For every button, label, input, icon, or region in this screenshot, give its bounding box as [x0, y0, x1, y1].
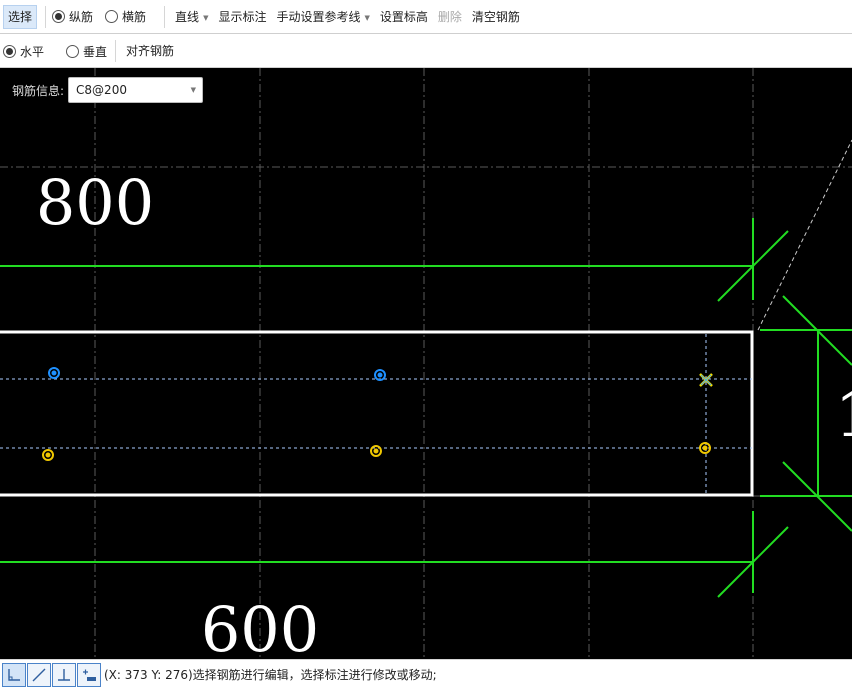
rebar-point-center [377, 372, 383, 378]
longitudinal-radio[interactable]: 纵筋 [52, 5, 93, 29]
toolbar-separator [115, 40, 117, 62]
manual-reference-label: 手动设置参考线 [276, 9, 361, 24]
radio-unchecked-icon [66, 44, 80, 58]
dimension-text-top[interactable]: 800 [36, 166, 154, 239]
main-toolbar: 选择 纵筋 横筋 直线 ▼ 显示标注 手动设置参考线 ▼ 设置标高 删除 清空钢筋 [0, 0, 852, 34]
drawing-canvas[interactable]: 800 600 1 钢筋信息: C8@200 ▼ [0, 68, 852, 659]
status-text: (X: 373 Y: 276)选择钢筋进行编辑，选择标注进行修改或移动; [104, 668, 437, 682]
vertical-label: 垂直 [83, 44, 108, 59]
leader-line [757, 139, 852, 331]
set-elevation-button[interactable]: 设置标高 [376, 5, 432, 29]
section-outline[interactable] [0, 330, 754, 497]
transverse-radio[interactable]: 横筋 [105, 5, 146, 29]
rebar-info-value: C8@200 [76, 83, 127, 97]
select-button[interactable]: 选择 [3, 4, 38, 29]
straight-line-label: 直线 [175, 9, 200, 24]
toolbar-separator [164, 5, 166, 28]
longitudinal-label: 纵筋 [69, 10, 94, 24]
show-dimension-button[interactable]: 显示标注 [214, 5, 270, 29]
horizontal-label: 水平 [20, 44, 45, 59]
manual-reference-dropdown[interactable]: 手动设置参考线 ▼ [272, 5, 373, 29]
straight-line-dropdown[interactable]: 直线 ▼ [171, 5, 212, 29]
rebar-guide-lines [0, 334, 752, 493]
caret-down-icon: ▼ [203, 13, 209, 22]
line-icon[interactable] [27, 662, 51, 687]
horizontal-radio[interactable]: 水平 [3, 39, 44, 63]
clear-rebar-button[interactable]: 清空钢筋 [468, 5, 524, 29]
caret-down-icon: ▼ [364, 13, 370, 22]
orthogonal-icon[interactable] [2, 662, 26, 687]
status-bar: (X: 373 Y: 276)选择钢筋进行编辑，选择标注进行修改或移动; [0, 659, 852, 689]
toolbar-separator [45, 5, 47, 28]
dimension-lines[interactable] [0, 218, 852, 598]
align-rebar-button[interactable]: 对齐钢筋 [122, 39, 178, 63]
drawing-svg[interactable]: 800 600 1 [0, 68, 852, 659]
delete-button[interactable]: 删除 [434, 5, 466, 29]
reference-grid [0, 68, 852, 659]
dimension-text-bottom[interactable]: 600 [201, 593, 319, 659]
perpendicular-icon[interactable] [52, 662, 76, 687]
rebar-point-center [51, 370, 57, 376]
rebar-point-center [702, 445, 708, 451]
rebar-row-bottom[interactable] [42, 442, 711, 461]
radio-checked-icon [52, 10, 66, 23]
rebar-info-select[interactable]: C8@200 ▼ [68, 77, 204, 103]
rebar-point-center [373, 448, 379, 454]
rebar-row-top[interactable] [48, 367, 386, 381]
dimension-text-right[interactable]: 1 [835, 378, 852, 451]
transverse-label: 横筋 [122, 10, 147, 24]
rebar-info-panel: 钢筋信息: C8@200 ▼ [12, 77, 204, 103]
rebar-point-center [45, 452, 51, 458]
radio-unchecked-icon [105, 10, 119, 23]
vertical-radio[interactable]: 垂直 [66, 39, 107, 63]
caret-down-icon: ▼ [190, 86, 197, 94]
rebar-info-label: 钢筋信息: [12, 83, 65, 98]
radio-checked-icon [3, 44, 16, 58]
snap-icon[interactable] [77, 662, 101, 687]
secondary-toolbar: 水平 垂直 对齐钢筋 [0, 35, 852, 68]
